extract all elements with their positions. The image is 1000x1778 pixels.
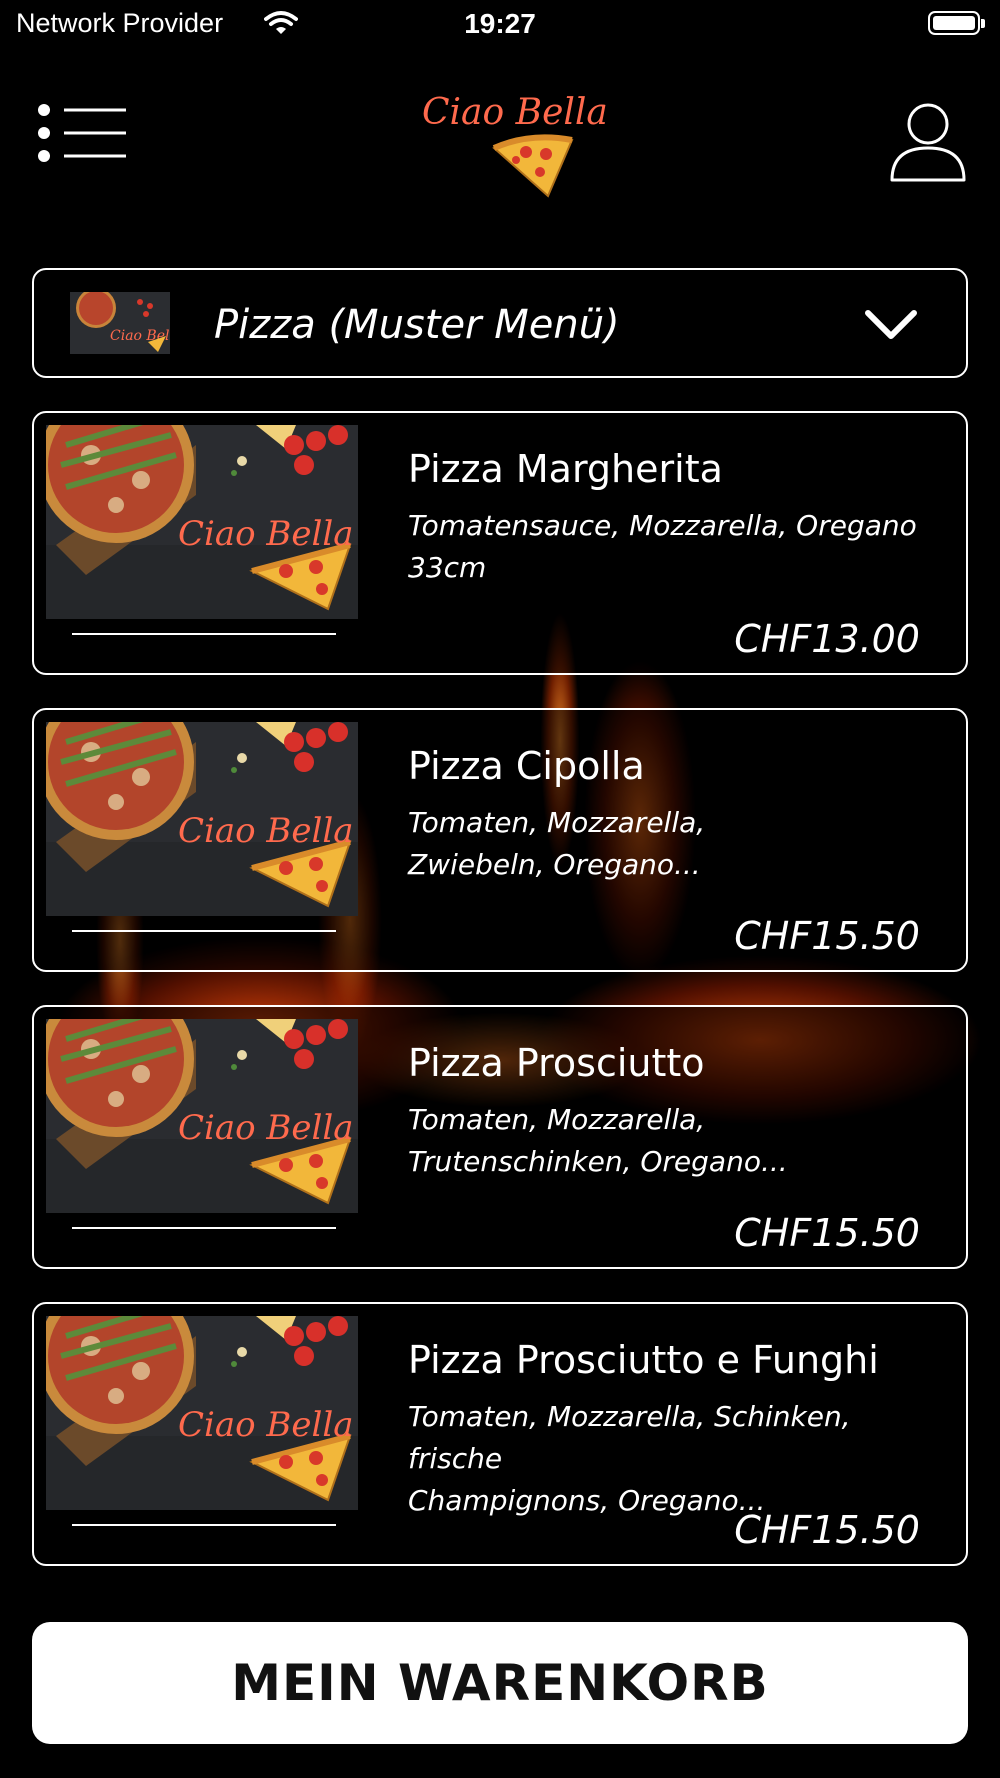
product-description-line: Tomaten, Mozzarella, xyxy=(408,1103,706,1136)
product-image: Ciao Bella xyxy=(46,722,358,916)
product-name: Pizza Prosciutto xyxy=(408,1041,705,1085)
product-price: CHF13.00 xyxy=(734,617,920,661)
product-card[interactable]: Ciao Bella Pizza Cipolla Tomaten, Mozzar… xyxy=(32,708,968,972)
product-description-line: Zwiebeln, Oregano... xyxy=(408,848,701,881)
product-image: Ciao Bella xyxy=(46,425,358,619)
product-card[interactable]: Ciao Bella Pizza Prosciutto Tomaten, Moz… xyxy=(32,1005,968,1269)
product-price: CHF15.50 xyxy=(734,914,920,958)
product-description-line: Tomaten, Mozzarella, xyxy=(408,806,706,839)
product-description-line: 33cm xyxy=(408,551,487,584)
product-image-text: Ciao Bella xyxy=(178,1108,354,1148)
pizza-slice-icon xyxy=(492,134,574,198)
product-description-line: Tomatensauce, Mozzarella, Oregano xyxy=(408,509,917,542)
product-name: Pizza Margherita xyxy=(408,447,723,491)
image-underline xyxy=(72,1524,336,1526)
category-thumbnail: Ciao Bella xyxy=(70,292,170,354)
brand-name: Ciao Bella xyxy=(422,92,608,133)
product-name: Pizza Prosciutto e Funghi xyxy=(408,1338,879,1382)
status-bar: Network Provider 19:27 xyxy=(0,0,1000,52)
battery-icon xyxy=(928,11,985,35)
product-description: Tomaten, Mozzarella, Trutenschinken, Ore… xyxy=(408,1099,948,1183)
product-description-line: Tomaten, Mozzarella, Schinken, frische xyxy=(408,1400,851,1475)
product-image: Ciao Bella xyxy=(46,1316,358,1510)
product-description-line: Trutenschinken, Oregano... xyxy=(408,1145,788,1178)
product-image: Ciao Bella xyxy=(46,1019,358,1213)
product-description: Tomaten, Mozzarella, Zwiebeln, Oregano..… xyxy=(408,802,948,886)
image-underline xyxy=(72,1227,336,1229)
product-image-text: Ciao Bella xyxy=(178,811,354,851)
status-time: 19:27 xyxy=(464,8,536,39)
product-card[interactable]: Ciao Bella Pizza Margherita Tomatensauce… xyxy=(32,411,968,675)
menu-list-icon[interactable] xyxy=(30,100,130,180)
chevron-down-icon xyxy=(865,310,917,339)
product-description: Tomatensauce, Mozzarella, Oregano 33cm xyxy=(408,505,948,589)
product-card[interactable]: Ciao Bella Pizza Prosciutto e Funghi Tom… xyxy=(32,1302,968,1566)
product-image-text: Ciao Bella xyxy=(178,514,354,554)
brand-logo: Ciao Bella xyxy=(410,84,608,204)
cart-button[interactable]: MEIN WARENKORB xyxy=(32,1622,968,1744)
image-underline xyxy=(72,633,336,635)
user-icon[interactable] xyxy=(888,100,968,186)
category-label: Pizza (Muster Menü) xyxy=(214,302,620,348)
product-image-text: Ciao Bella xyxy=(178,1405,354,1445)
image-underline xyxy=(72,930,336,932)
product-price: CHF15.50 xyxy=(734,1211,920,1255)
product-name: Pizza Cipolla xyxy=(408,744,645,788)
product-price: CHF15.50 xyxy=(734,1508,920,1552)
category-dropdown[interactable]: Ciao Bella Pizza (Muster Menü) xyxy=(32,268,968,378)
product-description: Tomaten, Mozzarella, Schinken, frische C… xyxy=(408,1396,948,1522)
